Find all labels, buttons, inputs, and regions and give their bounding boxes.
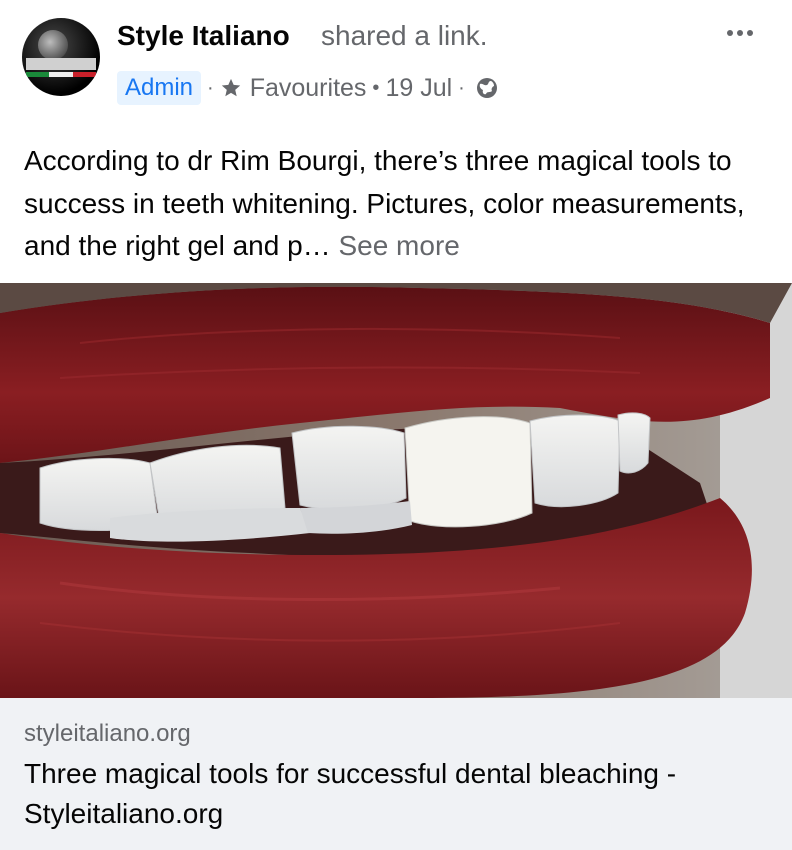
avatar-moon-graphic xyxy=(38,30,68,60)
more-options-button[interactable] xyxy=(716,16,764,50)
meta-separator: · xyxy=(458,76,465,99)
avatar-logo xyxy=(26,58,96,70)
avatar-flag-stripe xyxy=(26,72,96,77)
meta-bullet: • xyxy=(372,76,380,99)
more-options-icon xyxy=(727,30,733,36)
audience-label[interactable]: Favourites xyxy=(250,74,367,103)
link-title[interactable]: Three magical tools for successful denta… xyxy=(24,754,774,834)
link-preview-image[interactable] xyxy=(0,283,792,698)
link-domain: styleitaliano.org xyxy=(24,720,191,747)
post-header: Style Italiano shared a link. Admin · Fa… xyxy=(0,0,792,120)
page-name-link[interactable]: Style Italiano xyxy=(117,20,290,52)
teeth-smile-photo xyxy=(0,283,792,698)
link-preview-card[interactable]: styleitaliano.org Three magical tools fo… xyxy=(0,698,792,850)
more-options-dot xyxy=(747,30,753,36)
admin-badge: Admin xyxy=(117,71,202,105)
meta-separator: · xyxy=(207,76,214,99)
see-more-link[interactable]: See more xyxy=(338,230,459,261)
post-meta-row: Admin · Favourites • 19 Jul · xyxy=(117,70,499,106)
post-action-text: shared a link. xyxy=(321,20,488,51)
globe-icon xyxy=(476,78,497,98)
more-options-dot xyxy=(737,30,743,36)
post-body-text: According to dr Rim Bourgi, there’s thre… xyxy=(24,140,774,268)
page-avatar[interactable] xyxy=(22,18,100,96)
star-icon xyxy=(221,78,240,97)
post-timestamp[interactable]: 19 Jul xyxy=(385,74,452,103)
